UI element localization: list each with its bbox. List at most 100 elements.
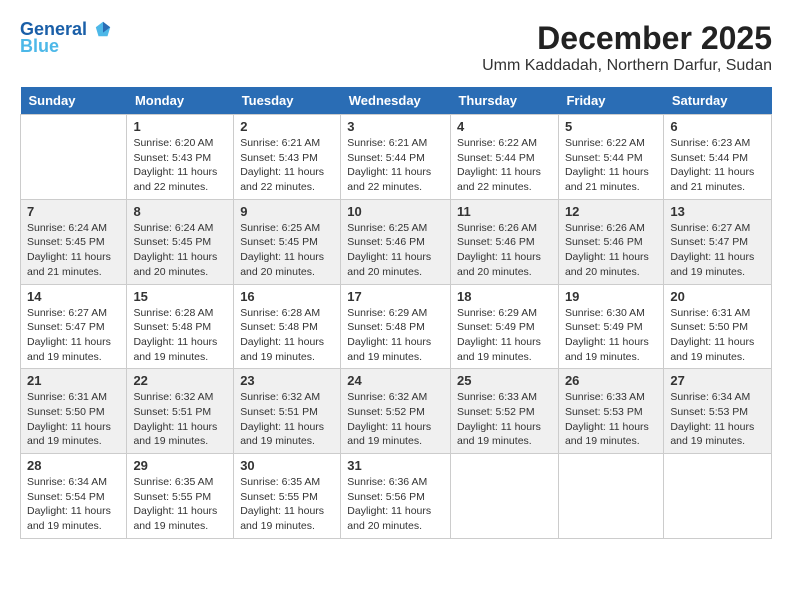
calendar-cell: 21Sunrise: 6:31 AM Sunset: 5:50 PM Dayli… [21, 369, 127, 454]
day-info: Sunrise: 6:28 AM Sunset: 5:48 PM Dayligh… [133, 306, 227, 365]
day-number: 4 [457, 119, 552, 134]
day-number: 5 [565, 119, 657, 134]
day-info: Sunrise: 6:26 AM Sunset: 5:46 PM Dayligh… [565, 221, 657, 280]
title-section: December 2025 Umm Kaddadah, Northern Dar… [482, 20, 772, 75]
calendar-cell: 11Sunrise: 6:26 AM Sunset: 5:46 PM Dayli… [450, 199, 558, 284]
calendar-week-row-3: 21Sunrise: 6:31 AM Sunset: 5:50 PM Dayli… [21, 369, 772, 454]
calendar-cell: 1 Sunrise: 6:20 AM Sunset: 5:43 PM Daylig… [127, 115, 234, 200]
calendar-cell [664, 454, 772, 539]
day-number: 6 [670, 119, 765, 134]
calendar-cell: 28Sunrise: 6:34 AM Sunset: 5:54 PM Dayli… [21, 454, 127, 539]
calendar-week-row-2: 14Sunrise: 6:27 AM Sunset: 5:47 PM Dayli… [21, 284, 772, 369]
calendar-cell: 2 Sunrise: 6:21 AM Sunset: 5:43 PM Daylig… [234, 115, 341, 200]
day-info: Sunrise: 6:32 AM Sunset: 5:51 PM Dayligh… [133, 390, 227, 449]
calendar-cell: 19 Sunrise: 6:30 AM Sunset: 5:49 PM Dayli… [558, 284, 663, 369]
calendar-cell: 23 Sunrise: 6:32 AM Sunset: 5:51 PM Dayli… [234, 369, 341, 454]
day-info: Sunrise: 6:21 AM Sunset: 5:43 PM Dayligh… [240, 136, 334, 195]
day-number: 2 [240, 119, 334, 134]
calendar-cell: 25 Sunrise: 6:33 AM Sunset: 5:52 PM Dayli… [450, 369, 558, 454]
calendar-cell: 3 Sunrise: 6:21 AM Sunset: 5:44 PM Daylig… [341, 115, 451, 200]
day-info: Sunrise: 6:25 AM Sunset: 5:46 PM Dayligh… [347, 221, 444, 280]
day-number: 26 [565, 373, 657, 388]
day-number: 7 [27, 204, 120, 219]
header-sunday: Sunday [21, 87, 127, 115]
calendar-cell: 24 Sunrise: 6:32 AM Sunset: 5:52 PM Dayli… [341, 369, 451, 454]
day-number: 18 [457, 289, 552, 304]
day-info: Sunrise: 6:34 AM Sunset: 5:53 PM Dayligh… [670, 390, 765, 449]
calendar-cell: 20 Sunrise: 6:31 AM Sunset: 5:50 PM Dayli… [664, 284, 772, 369]
calendar-cell: 18 Sunrise: 6:29 AM Sunset: 5:49 PM Dayli… [450, 284, 558, 369]
logo: General Blue [20, 20, 112, 57]
calendar-cell [450, 454, 558, 539]
day-number: 20 [670, 289, 765, 304]
calendar-cell: 8Sunrise: 6:24 AM Sunset: 5:45 PM Daylig… [127, 199, 234, 284]
day-info: Sunrise: 6:27 AM Sunset: 5:47 PM Dayligh… [670, 221, 765, 280]
calendar-table: Sunday Monday Tuesday Wednesday Thursday… [20, 87, 772, 539]
day-info: Sunrise: 6:35 AM Sunset: 5:55 PM Dayligh… [240, 475, 334, 534]
calendar-cell: 9 Sunrise: 6:25 AM Sunset: 5:45 PM Daylig… [234, 199, 341, 284]
subtitle: Umm Kaddadah, Northern Darfur, Sudan [482, 57, 772, 75]
day-number: 25 [457, 373, 552, 388]
day-number: 12 [565, 204, 657, 219]
calendar-cell: 5 Sunrise: 6:22 AM Sunset: 5:44 PM Daylig… [558, 115, 663, 200]
header-monday: Monday [127, 87, 234, 115]
calendar-cell: 31 Sunrise: 6:36 AM Sunset: 5:56 PM Dayli… [341, 454, 451, 539]
calendar-cell: 15 Sunrise: 6:28 AM Sunset: 5:48 PM Dayli… [127, 284, 234, 369]
calendar-cell: 6Sunrise: 6:23 AM Sunset: 5:44 PM Daylig… [664, 115, 772, 200]
day-info: Sunrise: 6:22 AM Sunset: 5:44 PM Dayligh… [565, 136, 657, 195]
top-area: General Blue December 2025 Umm Kaddadah,… [20, 20, 772, 79]
day-number: 16 [240, 289, 334, 304]
calendar-cell [558, 454, 663, 539]
calendar-week-row-1: 7 Sunrise: 6:24 AM Sunset: 5:45 PM Daylig… [21, 199, 772, 284]
day-info: Sunrise: 6:20 AM Sunset: 5:43 PM Dayligh… [133, 136, 227, 195]
day-info: Sunrise: 6:24 AM Sunset: 5:45 PM Dayligh… [27, 221, 120, 280]
header-thursday: Thursday [450, 87, 558, 115]
day-number: 3 [347, 119, 444, 134]
day-info: Sunrise: 6:32 AM Sunset: 5:52 PM Dayligh… [347, 390, 444, 449]
calendar-header-row: Sunday Monday Tuesday Wednesday Thursday… [21, 87, 772, 115]
day-info: Sunrise: 6:30 AM Sunset: 5:49 PM Dayligh… [565, 306, 657, 365]
day-number: 14 [27, 289, 120, 304]
calendar-cell: 14Sunrise: 6:27 AM Sunset: 5:47 PM Dayli… [21, 284, 127, 369]
calendar-cell: 22 Sunrise: 6:32 AM Sunset: 5:51 PM Dayli… [127, 369, 234, 454]
calendar-cell: 30 Sunrise: 6:35 AM Sunset: 5:55 PM Dayli… [234, 454, 341, 539]
calendar-cell: 4Sunrise: 6:22 AM Sunset: 5:44 PM Daylig… [450, 115, 558, 200]
calendar-cell: 12 Sunrise: 6:26 AM Sunset: 5:46 PM Dayli… [558, 199, 663, 284]
day-number: 22 [133, 373, 227, 388]
day-info: Sunrise: 6:31 AM Sunset: 5:50 PM Dayligh… [670, 306, 765, 365]
day-info: Sunrise: 6:35 AM Sunset: 5:55 PM Dayligh… [133, 475, 227, 534]
day-info: Sunrise: 6:24 AM Sunset: 5:45 PM Dayligh… [133, 221, 227, 280]
calendar-cell: 27Sunrise: 6:34 AM Sunset: 5:53 PM Dayli… [664, 369, 772, 454]
calendar-cell: 7 Sunrise: 6:24 AM Sunset: 5:45 PM Daylig… [21, 199, 127, 284]
header-wednesday: Wednesday [341, 87, 451, 115]
day-info: Sunrise: 6:21 AM Sunset: 5:44 PM Dayligh… [347, 136, 444, 195]
header-tuesday: Tuesday [234, 87, 341, 115]
day-number: 23 [240, 373, 334, 388]
day-number: 13 [670, 204, 765, 219]
day-info: Sunrise: 6:36 AM Sunset: 5:56 PM Dayligh… [347, 475, 444, 534]
day-number: 24 [347, 373, 444, 388]
day-info: Sunrise: 6:25 AM Sunset: 5:45 PM Dayligh… [240, 221, 334, 280]
calendar-cell: 16 Sunrise: 6:28 AM Sunset: 5:48 PM Dayli… [234, 284, 341, 369]
calendar-cell: 29Sunrise: 6:35 AM Sunset: 5:55 PM Dayli… [127, 454, 234, 539]
day-number: 11 [457, 204, 552, 219]
day-number: 9 [240, 204, 334, 219]
day-number: 1 [133, 119, 227, 134]
day-info: Sunrise: 6:33 AM Sunset: 5:52 PM Dayligh… [457, 390, 552, 449]
header-friday: Friday [558, 87, 663, 115]
day-info: Sunrise: 6:34 AM Sunset: 5:54 PM Dayligh… [27, 475, 120, 534]
day-number: 15 [133, 289, 227, 304]
day-number: 10 [347, 204, 444, 219]
day-info: Sunrise: 6:29 AM Sunset: 5:49 PM Dayligh… [457, 306, 552, 365]
day-number: 30 [240, 458, 334, 473]
day-info: Sunrise: 6:28 AM Sunset: 5:48 PM Dayligh… [240, 306, 334, 365]
day-number: 17 [347, 289, 444, 304]
day-info: Sunrise: 6:32 AM Sunset: 5:51 PM Dayligh… [240, 390, 334, 449]
calendar-cell [21, 115, 127, 200]
day-info: Sunrise: 6:33 AM Sunset: 5:53 PM Dayligh… [565, 390, 657, 449]
day-number: 19 [565, 289, 657, 304]
day-info: Sunrise: 6:29 AM Sunset: 5:48 PM Dayligh… [347, 306, 444, 365]
day-info: Sunrise: 6:31 AM Sunset: 5:50 PM Dayligh… [27, 390, 120, 449]
calendar-cell: 17 Sunrise: 6:29 AM Sunset: 5:48 PM Dayli… [341, 284, 451, 369]
day-number: 31 [347, 458, 444, 473]
